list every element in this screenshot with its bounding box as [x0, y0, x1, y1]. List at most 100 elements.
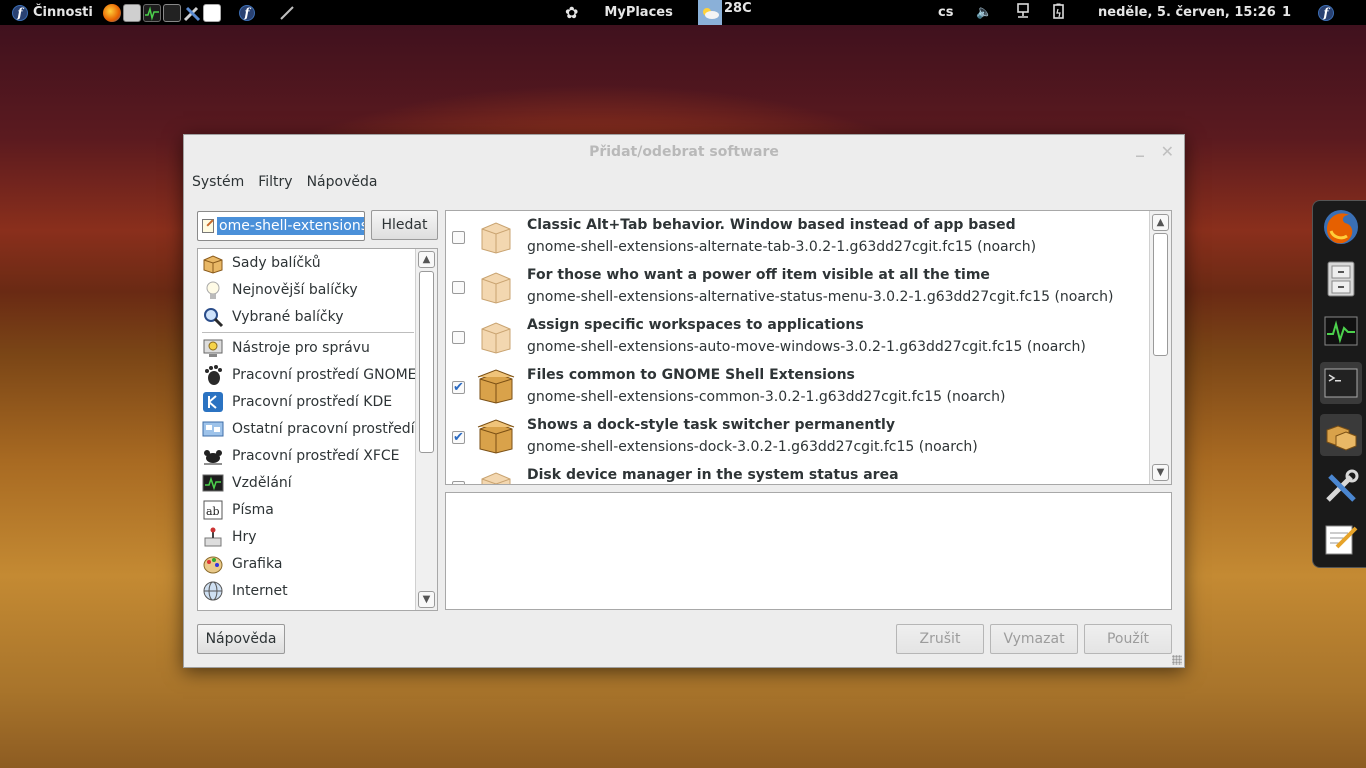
category-item[interactable]: Pracovní prostředí XFCE: [202, 442, 400, 469]
volume-icon[interactable]: 🔈: [976, 5, 992, 20]
package-title: Files common to GNOME Shell Extensions: [527, 367, 855, 383]
status-area: cs 🔈 neděle, 5. červen, 15:26 1 f: [938, 0, 1358, 25]
package-row[interactable]: ✔ Files common to GNOME Shell Extensions…: [446, 361, 1146, 411]
menu-help[interactable]: Nápověda: [307, 174, 378, 190]
edit-clear-icon[interactable]: [202, 219, 214, 233]
kde-icon: [202, 391, 224, 413]
fedora-menu-icon[interactable]: f: [239, 4, 255, 21]
apply-button[interactable]: Použít: [1084, 624, 1172, 654]
package-checkbox[interactable]: [452, 231, 465, 244]
category-item[interactable]: Vzdělání: [202, 469, 292, 496]
package-list: Classic Alt+Tab behavior. Window based i…: [445, 210, 1172, 485]
close-icon[interactable]: ✕: [1161, 135, 1174, 169]
cancel-button[interactable]: Zrušit: [896, 624, 984, 654]
magnifier-icon: [202, 306, 224, 328]
activities-button[interactable]: f Činnosti: [12, 0, 93, 25]
category-item[interactable]: Pracovní prostředí KDE: [202, 388, 392, 415]
internet-icon: [202, 580, 224, 602]
menu-system[interactable]: Systém: [192, 174, 244, 190]
gnome-foot-icon: ✿: [565, 3, 579, 22]
terminal-icon[interactable]: [1320, 362, 1362, 404]
package-row[interactable]: Disk device manager in the system status…: [446, 461, 1146, 484]
category-item[interactable]: Ostatní pracovní prostředí: [202, 415, 415, 442]
search-input[interactable]: ome-shell-extensions: [197, 211, 365, 241]
package-icon: [481, 472, 511, 484]
category-separator: [202, 332, 414, 333]
scroll-thumb[interactable]: [419, 271, 434, 453]
scroll-down-icon[interactable]: ▼: [418, 591, 435, 608]
package-manager-icon[interactable]: [1320, 414, 1362, 456]
editor-icon[interactable]: [203, 3, 221, 22]
package-title: Classic Alt+Tab behavior. Window based i…: [527, 217, 1016, 233]
category-label: Pracovní prostředí GNOME: [232, 366, 417, 383]
category-item[interactable]: Vybrané balíčky: [202, 303, 343, 330]
category-scrollbar[interactable]: ▲ ▼: [415, 249, 437, 610]
search-button[interactable]: Hledat: [371, 210, 438, 240]
category-item[interactable]: Hry: [202, 523, 257, 550]
package-group-icon: [202, 252, 224, 274]
weather-temperature: 28C: [724, 1, 752, 16]
package-checkbox[interactable]: [452, 481, 465, 484]
firefox-icon[interactable]: [1320, 206, 1362, 248]
tools-icon[interactable]: [1320, 466, 1362, 508]
files-icon[interactable]: [123, 3, 141, 22]
menu-filters[interactable]: Filtry: [258, 174, 292, 190]
workspace-indicator[interactable]: 1: [1282, 5, 1291, 20]
minimize-icon[interactable]: _: [1136, 131, 1144, 165]
category-item[interactable]: Grafika: [202, 550, 282, 577]
window-titlebar[interactable]: Přidat/odebrat software _ ✕: [184, 135, 1184, 167]
scroll-up-icon[interactable]: ▲: [1152, 214, 1169, 231]
package-checkbox[interactable]: [452, 331, 465, 344]
system-monitor-icon[interactable]: [143, 3, 161, 22]
package-row[interactable]: For those who want a power off item visi…: [446, 261, 1146, 311]
text-editor-icon[interactable]: [1320, 518, 1362, 560]
package-title: Shows a dock-style task switcher permane…: [527, 417, 895, 433]
terminal-icon[interactable]: [163, 3, 181, 22]
package-icon: [481, 322, 511, 354]
package-scrollbar[interactable]: ▲ ▼: [1149, 211, 1171, 484]
package-name: gnome-shell-extensions-alternative-statu…: [527, 289, 1114, 305]
keyboard-layout[interactable]: cs: [938, 5, 953, 20]
help-button[interactable]: Nápověda: [197, 624, 285, 654]
package-name: gnome-shell-extensions-alternate-tab-3.0…: [527, 239, 1037, 255]
package-checkbox-checked[interactable]: ✔: [452, 381, 465, 394]
clock[interactable]: neděle, 5. červen, 15:26: [1098, 5, 1276, 20]
package-checkbox[interactable]: [452, 281, 465, 294]
package-row[interactable]: ✔ Shows a dock-style task switcher perma…: [446, 411, 1146, 461]
places-menu[interactable]: ✿ MyPlaces: [565, 0, 673, 25]
fedora-status-icon[interactable]: f: [1318, 5, 1334, 21]
pen-icon[interactable]: [278, 4, 296, 22]
firefox-icon[interactable]: [103, 3, 121, 22]
category-item[interactable]: ab Písma: [202, 496, 274, 523]
battery-icon[interactable]: [1052, 3, 1066, 23]
graphics-icon: [202, 553, 224, 575]
file-cabinet-icon[interactable]: [1320, 258, 1362, 300]
network-icon[interactable]: [1016, 2, 1030, 23]
package-checkbox-checked[interactable]: ✔: [452, 431, 465, 444]
category-item[interactable]: Nejnovější balíčky: [202, 276, 358, 303]
category-item[interactable]: Nástroje pro správu: [202, 334, 370, 361]
scroll-down-icon[interactable]: ▼: [1152, 464, 1169, 481]
category-item[interactable]: Internet: [202, 577, 288, 604]
gnome-foot-icon: [202, 364, 224, 386]
search-input-value: ome-shell-extensions: [217, 217, 364, 235]
clear-button[interactable]: Vymazat: [990, 624, 1078, 654]
tools-icon[interactable]: [183, 4, 201, 22]
system-monitor-icon[interactable]: [1320, 310, 1362, 352]
category-item[interactable]: Sady balíčků: [202, 249, 321, 276]
package-row[interactable]: Classic Alt+Tab behavior. Window based i…: [446, 211, 1146, 261]
category-label: Nástroje pro správu: [232, 339, 370, 356]
resize-grip[interactable]: [1172, 655, 1182, 665]
category-item[interactable]: Pracovní prostředí GNOME: [202, 361, 417, 388]
scroll-thumb[interactable]: [1153, 233, 1168, 356]
package-row[interactable]: Assign specific workspaces to applicatio…: [446, 311, 1146, 361]
menubar: Systém Filtry Nápověda: [184, 167, 1184, 197]
svg-text:ab: ab: [206, 505, 220, 518]
package-name: gnome-shell-extensions-common-3.0.2-1.g6…: [527, 389, 1006, 405]
package-icon: [481, 222, 511, 254]
games-icon: [202, 526, 224, 548]
scroll-up-icon[interactable]: ▲: [418, 251, 435, 268]
package-icon: [481, 272, 511, 304]
weather-applet[interactable]: 28C: [698, 0, 752, 25]
package-name: gnome-shell-extensions-dock-3.0.2-1.g63d…: [527, 439, 978, 455]
